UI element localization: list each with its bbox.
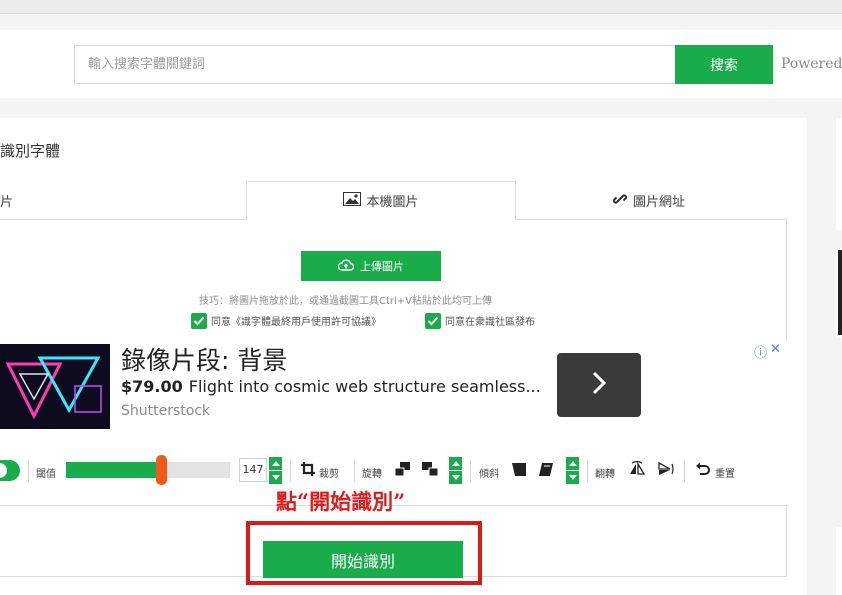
powered-by-text: Powered by — [781, 56, 842, 72]
link-icon — [612, 191, 633, 211]
rotate-stepper[interactable] — [449, 457, 462, 484]
threshold-slider[interactable] — [66, 462, 230, 478]
tab-label: 本機圖片 — [366, 195, 419, 210]
ad-brand[interactable]: Shutterstock — [121, 403, 210, 419]
crop-icon[interactable] — [300, 461, 316, 481]
stepper-down-icon[interactable] — [449, 471, 462, 484]
top-strip — [0, 0, 842, 14]
skew-stepper[interactable] — [566, 457, 579, 484]
search-input[interactable] — [74, 45, 675, 84]
reset-label[interactable]: 重置 — [715, 465, 735, 480]
divider — [684, 460, 685, 482]
threshold-toggle[interactable] — [0, 460, 20, 481]
upload-button-label: 上傳圖片 — [360, 260, 404, 273]
check-icon — [425, 312, 441, 329]
stepper-up-icon[interactable] — [269, 457, 282, 470]
rotate-left-icon[interactable] — [394, 461, 412, 481]
agree-community-label: 同意在衆識社區發布 — [445, 317, 535, 328]
sidebar-card — [836, 118, 842, 230]
cloud-upload-icon — [337, 259, 360, 274]
threshold-value[interactable]: 147 — [239, 458, 267, 482]
divider — [290, 460, 291, 482]
start-recognition-button[interactable]: 開始識別 — [263, 541, 463, 578]
rotate-right-icon[interactable] — [421, 461, 439, 481]
agree-community-checkbox[interactable]: 同意在衆識社區發布 — [425, 312, 535, 329]
tab-label: 圖片 — [0, 195, 14, 210]
tab-local-image[interactable]: 本機圖片 — [246, 181, 516, 220]
stepper-down-icon[interactable] — [269, 471, 282, 484]
ad-thumbnail[interactable] — [0, 344, 110, 429]
slider-fill — [66, 462, 162, 478]
chevron-right-icon — [590, 369, 608, 401]
ad-description[interactable]: $79.00 Flight into cosmic web structure s… — [121, 377, 541, 396]
tab-picture[interactable]: 圖片 — [0, 181, 13, 220]
sidebar-card — [836, 527, 842, 595]
skew-left-icon[interactable] — [511, 461, 527, 481]
tab-image-url[interactable]: 圖片網址 — [612, 181, 685, 220]
skew-right-icon[interactable] — [538, 461, 554, 481]
instruction-annotation: 點“開始識別” — [276, 489, 406, 514]
flip-vertical-icon[interactable] — [656, 461, 674, 481]
ad-close-icon[interactable]: ✕ — [770, 342, 781, 357]
stepper-down-icon[interactable] — [566, 471, 579, 484]
tab-label: 圖片網址 — [633, 195, 686, 210]
divider — [28, 460, 29, 482]
flip-label: 翻轉 — [595, 469, 615, 480]
rotate-label: 旋轉 — [362, 469, 382, 480]
upload-tip: 技巧：將圖片拖放於此，或通過截圖工具Ctrl+V粘貼於此均可上傳 — [199, 296, 493, 307]
agree-license-label: 同意《識字體最終用戶使用許可協議》 — [211, 317, 381, 328]
ad-title[interactable]: 錄像片段: 背景 — [121, 341, 287, 377]
divider — [354, 460, 355, 482]
threshold-stepper[interactable] — [269, 457, 282, 484]
stepper-up-icon[interactable] — [449, 457, 462, 470]
threshold-label: 閾值 — [36, 469, 56, 480]
check-icon — [191, 312, 207, 329]
flip-horizontal-icon[interactable] — [628, 460, 646, 481]
skew-label: 傾斜 — [479, 469, 499, 480]
sidebar-image — [838, 250, 842, 335]
upload-image-button[interactable]: 上傳圖片 — [301, 251, 441, 281]
ad-price: $79.00 — [121, 377, 183, 396]
agree-license-checkbox[interactable]: 同意《識字體最終用戶使用許可協議》 — [191, 312, 381, 329]
slider-handle[interactable] — [156, 455, 168, 485]
image-icon — [343, 191, 366, 210]
crop-label[interactable]: 裁剪 — [319, 465, 339, 480]
divider — [587, 460, 588, 482]
stepper-up-icon[interactable] — [566, 457, 579, 470]
search-button[interactable]: 搜索 — [675, 45, 773, 84]
ad-info-icon[interactable]: ⓘ — [754, 342, 767, 361]
reset-icon[interactable] — [695, 461, 711, 481]
section-title: 在線識別字體 — [0, 142, 61, 160]
ad-open-button[interactable] — [557, 353, 641, 417]
ad-description-text: Flight into cosmic web structure seamles… — [188, 377, 541, 396]
divider — [470, 460, 471, 482]
